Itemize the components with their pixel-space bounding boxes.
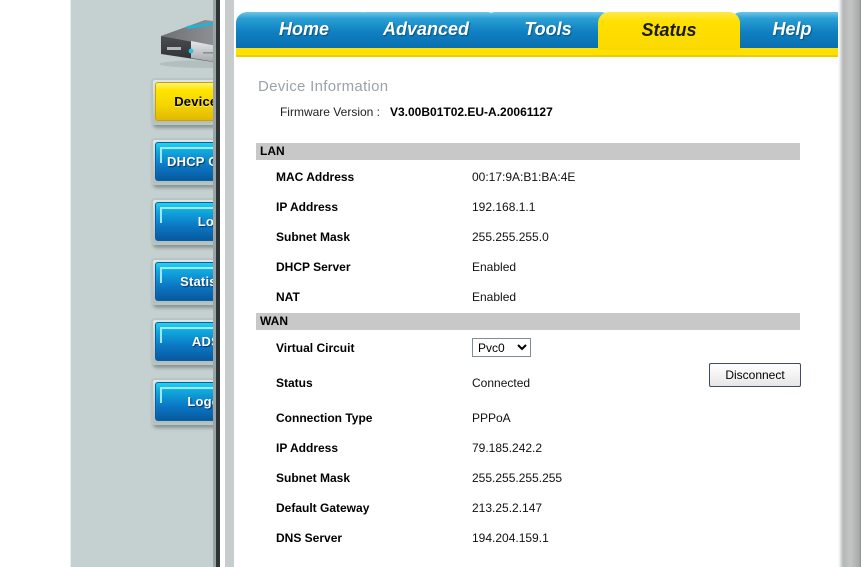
section-header-lan: LAN bbox=[256, 143, 800, 160]
row-label: Virtual Circuit bbox=[276, 341, 355, 355]
row-value: Enabled bbox=[472, 260, 517, 274]
virtual-circuit-select[interactable]: Pvc0 bbox=[472, 338, 531, 357]
sidebar: Device Info DHCP Clients Log Statistics … bbox=[70, 0, 271, 567]
content-area: Home Advanced Tools Help Status Device I… bbox=[236, 0, 854, 567]
firmware-version-label: Firmware Version : bbox=[279, 105, 380, 119]
row-value: 255.255.255.255 bbox=[472, 471, 563, 485]
row-value: 213.25.2.147 bbox=[472, 501, 543, 515]
lan-row-mac-address: MAC Address 00:17:9A:B1:BA:4E bbox=[256, 170, 800, 200]
row-value: 194.204.159.1 bbox=[472, 531, 549, 545]
row-label: Status bbox=[276, 376, 313, 390]
row-value: 192.168.1.1 bbox=[472, 200, 536, 214]
row-label: Subnet Mask bbox=[276, 230, 351, 244]
tab-help[interactable]: Help bbox=[730, 12, 854, 48]
tab-status[interactable]: Status bbox=[598, 12, 740, 50]
row-label: DNS Server bbox=[276, 531, 343, 545]
row-label: MAC Address bbox=[276, 170, 355, 184]
tab-underline-shadow bbox=[236, 55, 838, 57]
router-admin-page: Device Info DHCP Clients Log Statistics … bbox=[0, 0, 861, 567]
lan-row-ip-address: IP Address 192.168.1.1 bbox=[256, 200, 800, 230]
disconnect-button[interactable]: Disconnect bbox=[709, 363, 801, 387]
left-gutter bbox=[0, 0, 70, 567]
firmware-version-value: V3.00B01T02.EU-A.20061127 bbox=[390, 105, 553, 119]
row-label: NAT bbox=[276, 290, 300, 304]
lan-row-dhcp-server: DHCP Server Enabled bbox=[256, 260, 800, 290]
row-label: Connection Type bbox=[276, 411, 373, 425]
row-label: DHCP Server bbox=[276, 260, 351, 274]
row-label: Default Gateway bbox=[276, 501, 370, 515]
wan-row-connection-type: Connection Type PPPoA bbox=[256, 411, 800, 441]
section-header-wan: WAN bbox=[256, 313, 800, 330]
tab-home[interactable]: Home bbox=[236, 12, 372, 48]
page-scrollbar[interactable] bbox=[838, 0, 861, 567]
row-value: PPPoA bbox=[472, 411, 511, 425]
row-label: Subnet Mask bbox=[276, 471, 351, 485]
lan-row-subnet-mask: Subnet Mask 255.255.255.0 bbox=[256, 230, 800, 260]
row-value: Enabled bbox=[472, 290, 517, 304]
firmware-version-row: Firmware Version : V3.00B01T02.EU-A.20061… bbox=[258, 105, 818, 119]
wan-row-dns-server: DNS Server 194.204.159.1 bbox=[256, 531, 800, 561]
page-title: Device Information bbox=[258, 78, 389, 95]
row-value: 79.185.242.2 bbox=[472, 441, 543, 455]
wan-row-default-gateway: Default Gateway 213.25.2.147 bbox=[256, 501, 800, 531]
tab-bar: Home Advanced Tools Help Status bbox=[236, 12, 854, 57]
row-label: IP Address bbox=[276, 200, 339, 214]
wan-row-ip-address: IP Address 79.185.242.2 bbox=[256, 441, 800, 471]
row-value: 255.255.255.0 bbox=[472, 230, 549, 244]
row-label: IP Address bbox=[276, 441, 339, 455]
panel-divider-gray bbox=[225, 0, 234, 567]
tab-tools[interactable]: Tools bbox=[484, 12, 612, 48]
tab-underline bbox=[236, 48, 838, 55]
wan-row-subnet-mask: Subnet Mask 255.255.255.255 bbox=[256, 471, 800, 501]
tab-advanced[interactable]: Advanced bbox=[354, 12, 498, 48]
row-value: Connected bbox=[472, 376, 531, 390]
row-value: 00:17:9A:B1:BA:4E bbox=[472, 170, 576, 184]
